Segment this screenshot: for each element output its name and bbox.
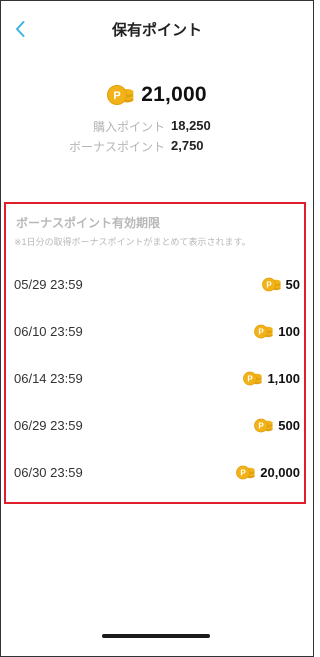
bonus-points-row: ボーナスポイント 2,750 bbox=[0, 138, 314, 155]
bonus-expiry-panel: ボーナスポイント有効期限 ※1日分の取得ボーナスポイントがまとめて表示されます。… bbox=[4, 202, 306, 504]
expiry-amount: P 20,000 bbox=[236, 465, 300, 480]
point-coin-icon: P bbox=[254, 418, 274, 432]
page-title: 保有ポイント bbox=[111, 22, 202, 39]
total-points-row: P 21,000 bbox=[0, 83, 314, 107]
expiry-amount: P 50 bbox=[261, 276, 300, 292]
purchased-points-label: 購入ポイント bbox=[92, 120, 165, 134]
bonus-expiry-note: ※1日分の取得ボーナスポイントがまとめて表示されます。 bbox=[14, 237, 251, 247]
expiry-row: 06/10 23:59 P 100 bbox=[14, 321, 300, 341]
bonus-points-value: 2,750 bbox=[171, 138, 204, 153]
svg-text:P: P bbox=[241, 468, 247, 477]
point-coin-icon: P bbox=[243, 371, 263, 385]
point-coin-icon: P bbox=[107, 85, 134, 105]
svg-text:P: P bbox=[259, 327, 265, 336]
expiry-points: 500 bbox=[278, 417, 300, 433]
expiry-row: 06/30 23:59 P 20,000 bbox=[14, 462, 300, 482]
expiry-amount: P 1,100 bbox=[243, 371, 300, 386]
expiry-points: 20,000 bbox=[260, 464, 300, 480]
expiry-date: 06/29 23:59 bbox=[14, 417, 83, 433]
expiry-points: 1,100 bbox=[267, 370, 300, 386]
expiry-row: 06/29 23:59 P 500 bbox=[14, 415, 300, 435]
expiry-points: 100 bbox=[278, 323, 300, 339]
svg-text:P: P bbox=[114, 90, 121, 102]
expiry-date: 06/30 23:59 bbox=[14, 464, 83, 480]
svg-text:P: P bbox=[259, 421, 265, 430]
svg-text:P: P bbox=[248, 374, 254, 383]
home-indicator[interactable] bbox=[102, 634, 210, 638]
total-points-value: 21,000 bbox=[141, 83, 207, 106]
point-coin-icon: P bbox=[236, 465, 256, 479]
svg-text:P: P bbox=[266, 280, 272, 289]
expiry-date: 05/29 23:59 bbox=[14, 276, 83, 292]
expiry-amount: P 500 bbox=[254, 418, 300, 433]
bonus-points-label: ボーナスポイント bbox=[68, 140, 165, 154]
purchased-points-value: 18,250 bbox=[171, 118, 211, 133]
expiry-row: 05/29 23:59 P 50 bbox=[14, 274, 300, 294]
expiry-points: 50 bbox=[285, 276, 300, 292]
point-coin-icon: P bbox=[261, 277, 281, 291]
expiry-row: 06/14 23:59 P 1,100 bbox=[14, 368, 300, 388]
purchased-points-row: 購入ポイント 18,250 bbox=[0, 118, 314, 135]
expiry-amount: P 100 bbox=[254, 324, 300, 339]
expiry-date: 06/10 23:59 bbox=[14, 323, 83, 339]
bonus-expiry-title: ボーナスポイント有効期限 bbox=[16, 216, 161, 230]
header: 保有ポイント bbox=[0, 0, 314, 58]
expiry-date: 06/14 23:59 bbox=[14, 370, 83, 386]
point-coin-icon: P bbox=[254, 324, 274, 338]
